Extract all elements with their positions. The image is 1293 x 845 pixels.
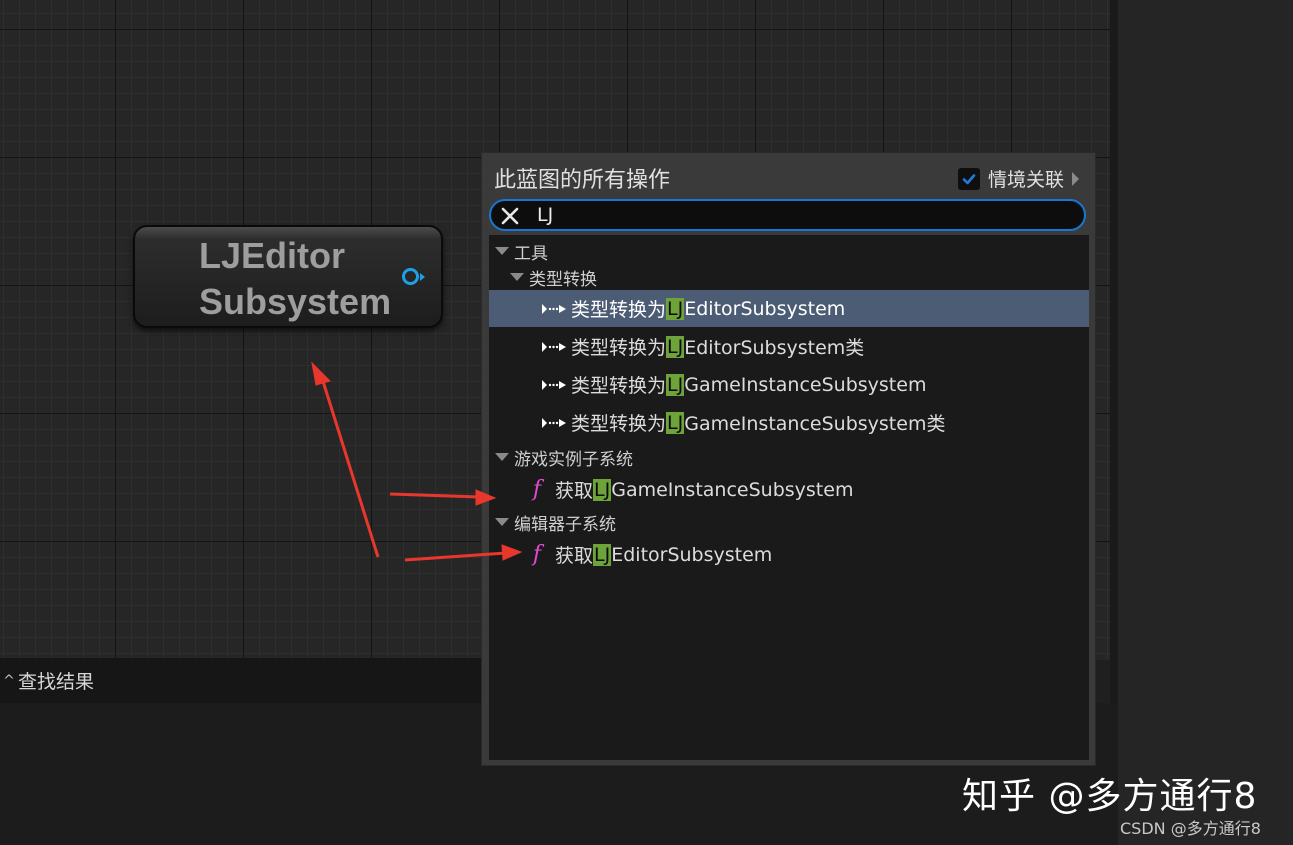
- cast-node-icon: [542, 303, 566, 314]
- find-results-tab[interactable]: ^ 查找结果: [0, 658, 490, 703]
- match-highlight: LJ: [666, 335, 685, 358]
- chevron-right-icon[interactable]: [1072, 171, 1080, 186]
- cast-node-icon: [542, 379, 566, 390]
- node-title: LJEditor Subsystem: [199, 233, 399, 325]
- match-highlight: LJ: [593, 543, 612, 566]
- action-menu-title: 此蓝图的所有操作: [494, 168, 671, 193]
- node-title-line2: Subsystem: [199, 281, 392, 322]
- match-highlight: LJ: [666, 373, 685, 396]
- node-title-line1: LJEditor: [199, 235, 346, 276]
- item-rest: EditorSubsystem: [611, 543, 773, 566]
- match-highlight: LJ: [666, 411, 685, 434]
- find-results-label: 查找结果: [18, 671, 95, 693]
- expand-triangle-icon: [495, 247, 509, 255]
- item-rest: EditorSubsystem类: [684, 337, 865, 359]
- match-highlight: LJ: [593, 478, 612, 501]
- cast-node-icon: [542, 341, 566, 352]
- category-type-cast[interactable]: 类型转换: [489, 264, 1089, 290]
- category-label: 类型转换: [529, 269, 597, 290]
- details-panel: [1118, 0, 1293, 845]
- cast-node-icon: [542, 417, 566, 428]
- function-icon: f: [532, 542, 542, 567]
- item-rest: GameInstanceSubsystem: [611, 478, 854, 501]
- match-highlight: LJ: [666, 297, 685, 320]
- function-icon: f: [532, 477, 542, 502]
- category-tools[interactable]: 工具: [489, 238, 1089, 264]
- context-sensitive-label: 情境关联: [988, 169, 1065, 191]
- item-rest: GameInstanceSubsystem: [684, 373, 927, 396]
- list-item[interactable]: 类型转换为 LJ EditorSubsystem类: [489, 328, 1089, 365]
- close-icon[interactable]: [499, 205, 521, 227]
- item-prefix: 获取: [555, 480, 594, 502]
- output-pin-icon[interactable]: [402, 268, 425, 285]
- item-prefix: 类型转换为: [571, 337, 667, 359]
- category-label: 游戏实例子系统: [514, 449, 633, 470]
- context-sensitive-checkbox[interactable]: [958, 167, 980, 190]
- context-sensitive-toggle[interactable]: 情境关联: [958, 165, 1080, 192]
- list-item[interactable]: 类型转换为 LJ GameInstanceSubsystem: [489, 366, 1089, 403]
- list-item[interactable]: f 获取 LJ EditorSubsystem: [489, 536, 1089, 573]
- item-rest: EditorSubsystem: [684, 297, 846, 320]
- list-item[interactable]: 类型转换为 LJ EditorSubsystem: [489, 290, 1089, 327]
- search-value: LJ: [537, 204, 554, 226]
- expand-triangle-icon: [495, 518, 509, 526]
- item-rest: GameInstanceSubsystem类: [684, 413, 946, 435]
- category-label: 工具: [514, 243, 548, 264]
- list-item[interactable]: f 获取 LJ GameInstanceSubsystem: [489, 471, 1089, 508]
- subsystem-node[interactable]: LJEditor Subsystem: [133, 225, 443, 328]
- action-list[interactable]: 工具 类型转换 类型转换为 LJ EditorSubsystem 类型转换为 LJ…: [489, 235, 1089, 760]
- action-menu-header: 此蓝图的所有操作 情境关联: [482, 153, 1097, 199]
- item-prefix: 类型转换为: [571, 413, 667, 435]
- list-item[interactable]: 类型转换为 LJ GameInstanceSubsystem类: [489, 404, 1089, 441]
- category-label: 编辑器子系统: [514, 514, 616, 535]
- expand-triangle-icon: [495, 453, 509, 461]
- search-input[interactable]: LJ: [489, 199, 1086, 231]
- item-prefix: 类型转换为: [571, 375, 667, 397]
- item-prefix: 获取: [555, 545, 594, 567]
- watermark-sub: CSDN @多方通行8: [1120, 819, 1261, 838]
- checkmark-icon: [962, 173, 976, 184]
- item-prefix: 类型转换为: [571, 299, 667, 321]
- watermark-main: 知乎 @多方通行8: [962, 776, 1258, 817]
- chevron-up-icon: ^: [3, 672, 15, 689]
- category-editor-subsystem[interactable]: 编辑器子系统: [489, 509, 1089, 535]
- category-game-instance-subsystem[interactable]: 游戏实例子系统: [489, 444, 1089, 470]
- blueprint-action-menu: 此蓝图的所有操作 情境关联 LJ 工具 类型转换 类型转换为 LJ Editor…: [481, 152, 1096, 766]
- expand-triangle-icon: [510, 273, 524, 281]
